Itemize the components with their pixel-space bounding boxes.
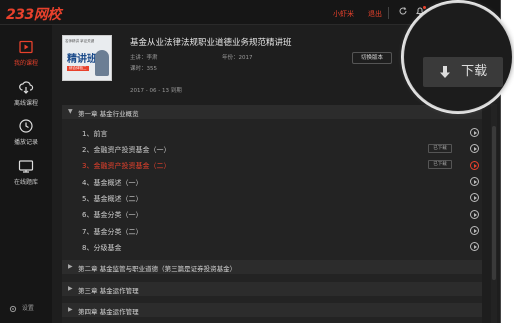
lesson-item[interactable]: 8、分级基金 — [62, 239, 482, 254]
play-icon[interactable] — [470, 242, 479, 251]
play-icon[interactable] — [470, 210, 479, 219]
course-title: 基金从业法律法规职业道德业务规范精讲班 — [130, 38, 292, 48]
lesson-title: 6、基金分类（一） — [82, 211, 143, 219]
refresh-icon[interactable] — [397, 6, 409, 18]
lesson-item[interactable]: 1、前言 — [62, 125, 482, 140]
app-logo: 233网校 — [6, 7, 61, 23]
chapter-header[interactable]: ▼ 第一章 基金行业概览 — [62, 105, 482, 119]
lesson-item[interactable]: 5、基金概述（二） — [62, 190, 482, 205]
downloaded-badge: 已下载 — [428, 160, 452, 169]
sidebar-item-label: 在线题库 — [13, 179, 38, 186]
cloud-download-icon — [19, 81, 34, 94]
play-icon[interactable] — [470, 128, 479, 137]
sidebar-item-label: 离线课程 — [13, 100, 38, 107]
cover-title: 精讲班 — [67, 54, 97, 65]
sidebar-item-question-bank[interactable]: 在线题库 — [0, 158, 52, 192]
course-icon — [19, 40, 33, 54]
lesson-item[interactable]: 7、基金分类（二） — [62, 223, 482, 238]
play-icon[interactable] — [470, 161, 479, 170]
settings-label: 设置 — [21, 305, 34, 312]
download-button[interactable]: 下载 — [423, 57, 503, 87]
course-expire-date: 2017 - 06 - 13 到期 — [130, 88, 182, 94]
downloaded-badge: 已下载 — [428, 144, 452, 153]
lesson-item[interactable]: 6、基金分类（一） — [62, 206, 482, 221]
chapter-list: ▼ 第一章 基金行业概览 1、前言 2、金融资产投资基金（一） 已下载 3、金融… — [62, 105, 482, 323]
play-icon[interactable] — [470, 226, 479, 235]
download-arrow-icon — [439, 66, 450, 78]
sidebar-item-my-courses[interactable]: 我的课程 — [0, 39, 52, 73]
download-label: 下载 — [461, 64, 488, 79]
lesson-title: 3、金融资产投资基金（二） — [82, 162, 171, 170]
sidebar-item-label: 我的课程 — [13, 60, 38, 67]
chevron-right-icon: ▶ — [68, 306, 73, 313]
lesson-title: 2、金融资产投资基金（一） — [82, 146, 171, 154]
settings-button[interactable]: 设置 — [9, 303, 34, 313]
chapter-title: 第一章 基金行业概览 — [78, 110, 139, 118]
play-icon[interactable] — [470, 193, 479, 202]
chapter-title: 第四章 基金运作管理 — [78, 308, 139, 316]
chapter-header[interactable]: ▶ 第四章 基金运作管理 — [62, 303, 482, 317]
chapter-title: 第三章 基金运作管理 — [78, 287, 139, 295]
scrollbar-thumb[interactable] — [492, 126, 496, 280]
switch-version-button[interactable]: 切换版本 — [352, 52, 392, 64]
logout-link[interactable]: 退出 — [368, 9, 382, 19]
chevron-right-icon: ▶ — [68, 285, 73, 292]
sidebar: 我的课程 离线课程 播放记录 在线题库 设置 — [0, 25, 52, 323]
course-cover[interactable]: 名师精讲 拿证关键 精讲班 综合体验二 — [62, 35, 112, 81]
lesson-item[interactable]: 4、基金概述（一） — [62, 174, 482, 189]
sidebar-item-label: 播放记录 — [13, 139, 38, 146]
lesson-title: 5、基金概述（二） — [82, 195, 143, 203]
cover-subtitle: 综合体验二 — [67, 66, 89, 71]
play-icon[interactable] — [470, 144, 479, 153]
course-hours: 课时：355 — [130, 66, 157, 72]
history-icon — [19, 119, 33, 133]
sidebar-item-play-history[interactable]: 播放记录 — [0, 118, 52, 152]
chevron-right-icon: ▶ — [68, 263, 73, 270]
chevron-down-icon: ▼ — [68, 108, 73, 115]
lesson-title: 7、基金分类（二） — [82, 228, 143, 236]
course-teacher: 主讲：李肃 — [130, 55, 158, 61]
chapter-header[interactable]: ▶ 第二章 基金监管与职业道德（第三篇是证券投资基金） — [62, 260, 482, 274]
teacher-photo — [95, 50, 109, 76]
titlebar-divider — [388, 7, 389, 19]
question-bank-icon — [18, 160, 34, 173]
lesson-title: 4、基金概述（一） — [82, 179, 143, 187]
zoom-callout: 下载 — [404, 3, 512, 111]
lesson-title: 8、分级基金 — [82, 244, 122, 252]
lesson-item-active[interactable]: 3、金融资产投资基金（二） 已下载 — [62, 157, 482, 172]
chapter-header[interactable]: ▶ 第三章 基金运作管理 — [62, 282, 482, 296]
course-year: 年份：2017 — [222, 55, 253, 61]
cover-tagline: 名师精讲 拿证关键 — [65, 39, 95, 43]
sidebar-item-offline-courses[interactable]: 离线课程 — [0, 79, 52, 113]
gear-icon — [9, 305, 17, 312]
play-icon[interactable] — [470, 177, 479, 186]
lesson-item[interactable]: 2、金融资产投资基金（一） 已下载 — [62, 141, 482, 156]
chapter-title: 第二章 基金监管与职业道德（第三篇是证券投资基金） — [78, 265, 237, 273]
lesson-title: 1、前言 — [82, 130, 108, 138]
username-link[interactable]: 小虾米 — [333, 9, 354, 19]
